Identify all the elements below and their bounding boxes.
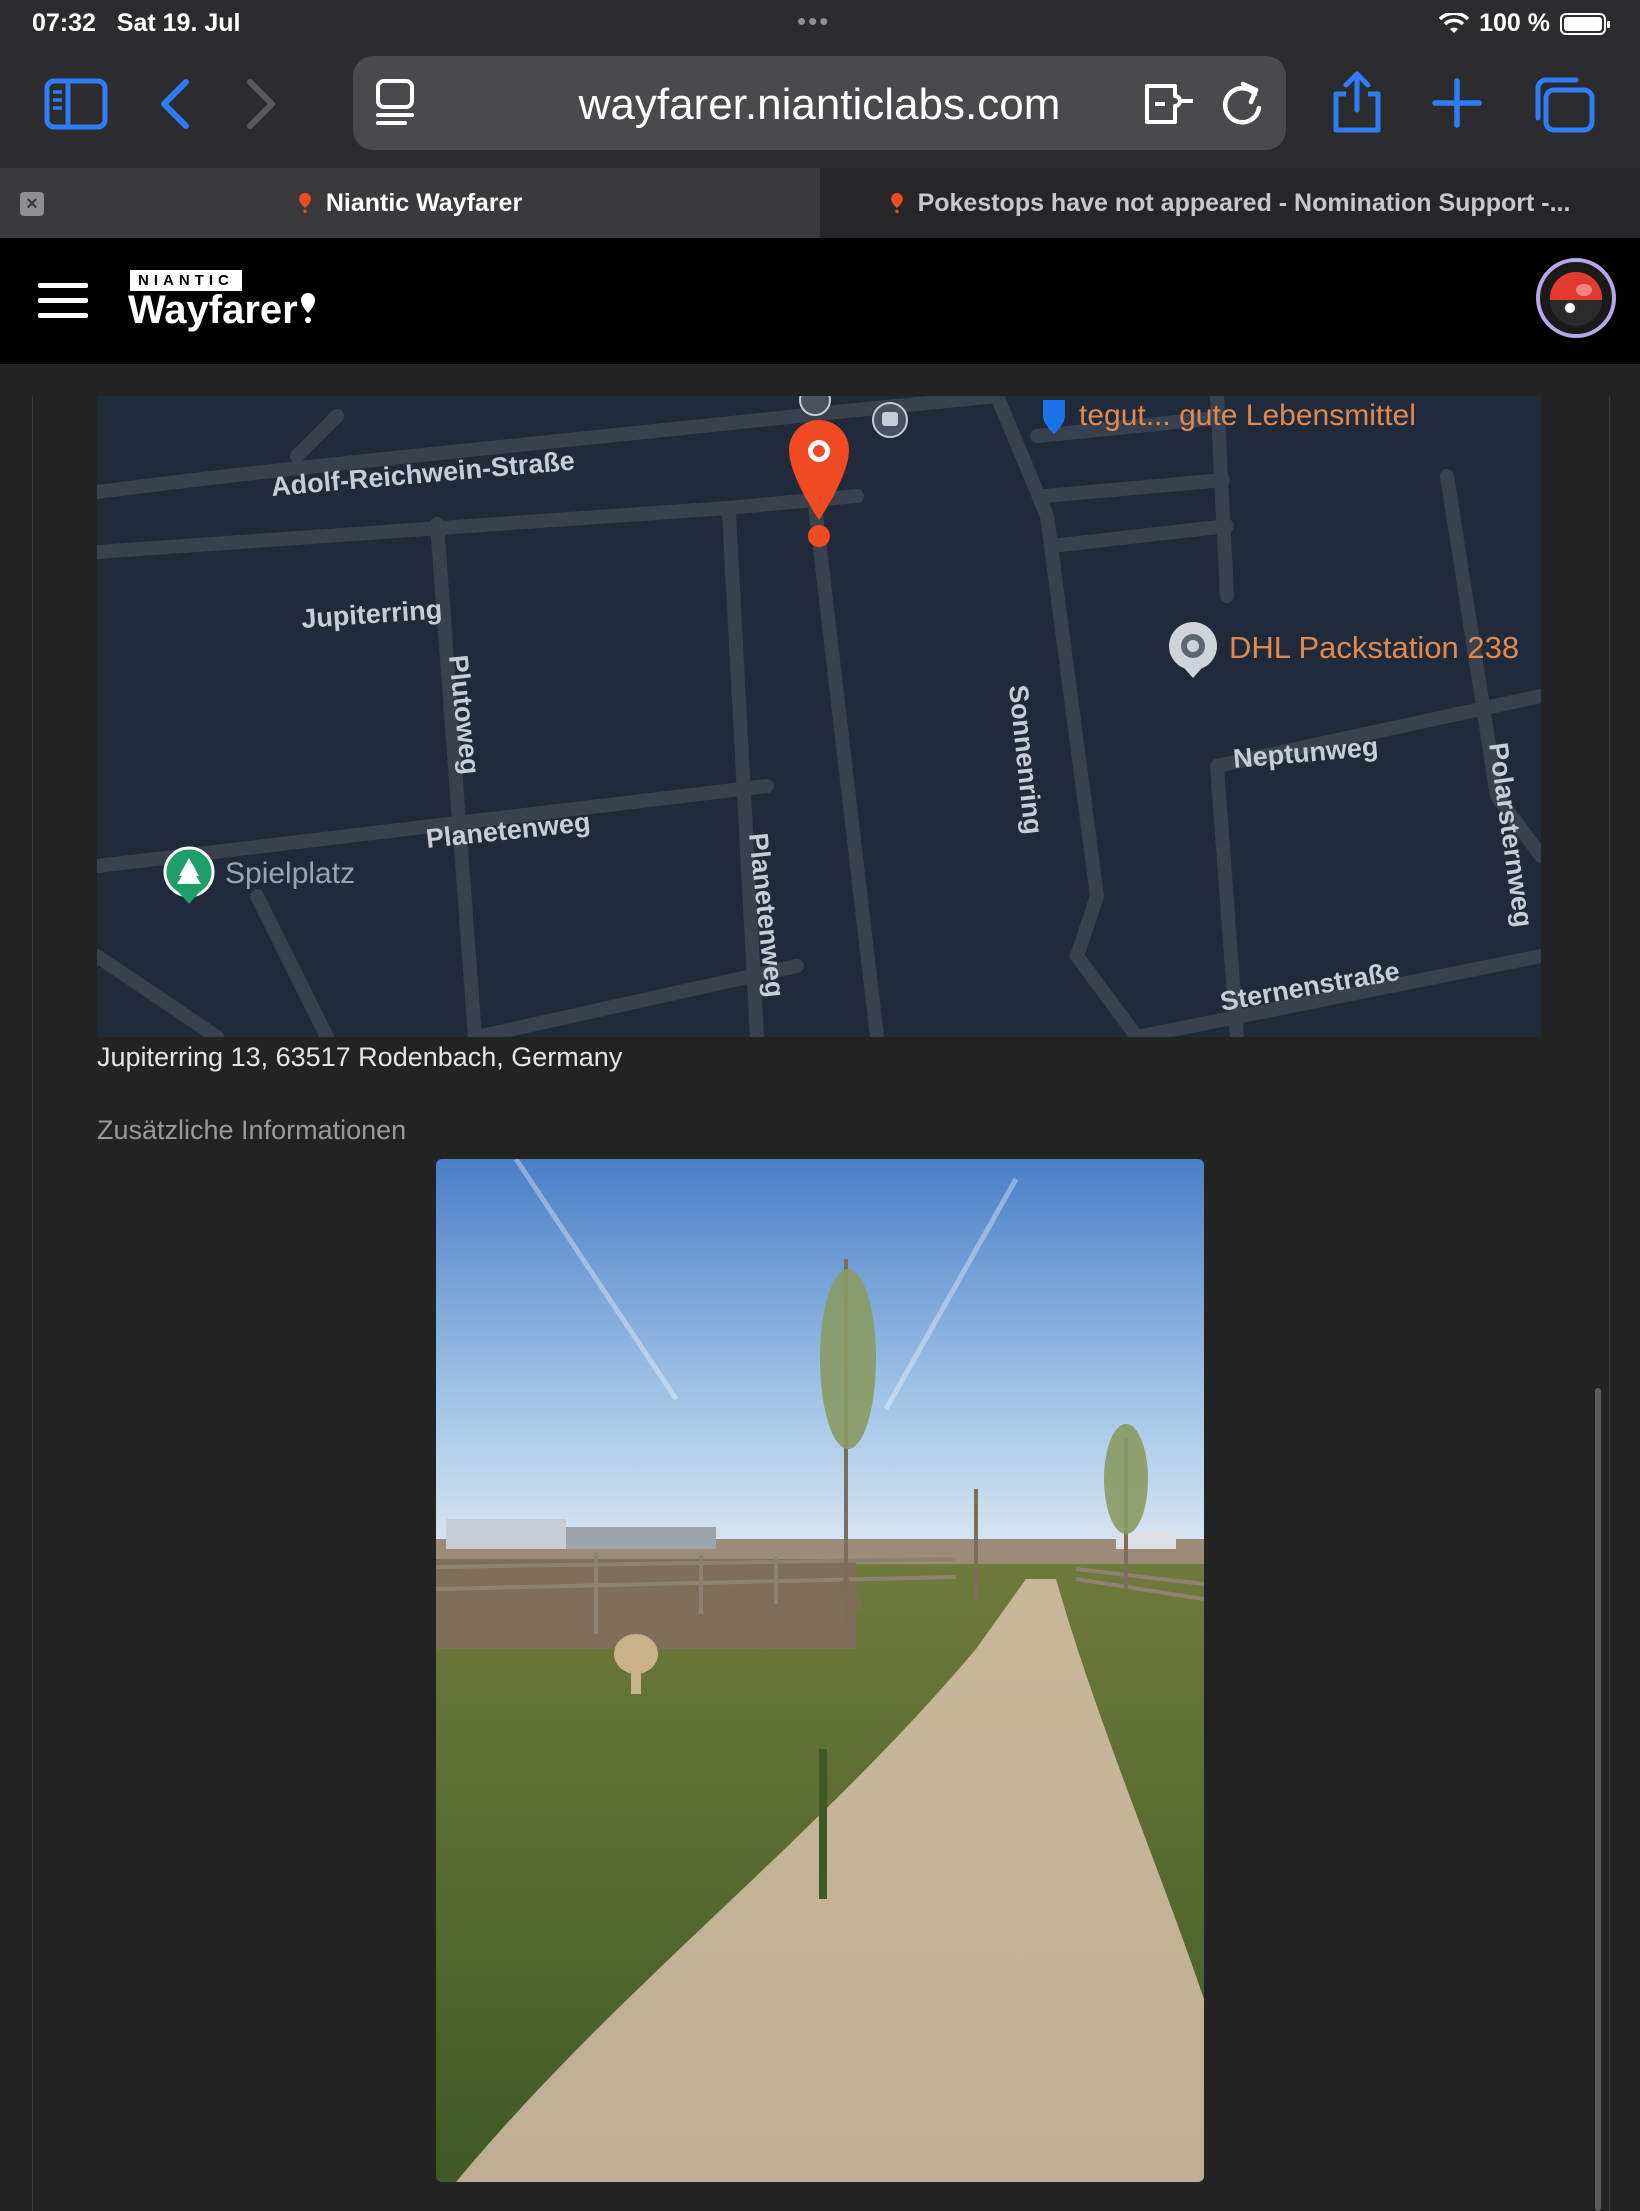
map-label-sonnenring: Sonnenring (1003, 683, 1049, 835)
map-poi-tegut: tegut... gute Lebensmittel (1079, 399, 1416, 432)
hamburger-menu-icon[interactable] (38, 283, 88, 319)
wayfarer-logo[interactable]: Wayfarer (128, 288, 316, 333)
avatar[interactable] (1536, 258, 1616, 338)
wifi-icon (1439, 12, 1470, 33)
tab-title: Pokestops have not appeared - Nomination… (917, 188, 1571, 217)
scrollbar[interactable] (1595, 1388, 1601, 2211)
battery-percent: 100 % (1479, 9, 1550, 37)
logo-pin-icon (300, 293, 315, 323)
battery-icon (1560, 12, 1610, 35)
map-label-jupiterring: Jupiterring (300, 594, 443, 634)
app-header: NIANTIC Wayfarer (0, 238, 1640, 364)
tab-title: Niantic Wayfarer (325, 188, 523, 217)
status-time: 07:32 (32, 9, 96, 37)
tab-bar: × Niantic Wayfarer Pokestops have not ap… (0, 168, 1640, 238)
pokeball-avatar-icon (1550, 272, 1602, 326)
close-tab-icon[interactable]: × (20, 192, 44, 216)
supporting-photo[interactable] (436, 1159, 1204, 2182)
brand-name: Wayfarer (128, 288, 298, 332)
map-poi-spielplatz: Spielplatz (225, 857, 355, 890)
tab-favicon-pin-icon (298, 193, 311, 213)
map-poi-dhl: DHL Packstation 238 (1229, 630, 1519, 665)
address-bar[interactable]: wayfarer.nianticlabs.com (353, 56, 1286, 150)
location-pin-icon[interactable] (789, 420, 849, 547)
status-right: 100 % (1439, 9, 1610, 38)
tab-niantic-wayfarer[interactable]: × Niantic Wayfarer (0, 168, 820, 238)
browser-toolbar: wayfarer.nianticlabs.com (0, 48, 1640, 168)
back-icon[interactable] (156, 78, 192, 130)
additional-info-label: Zusätzliche Informationen (97, 1115, 407, 1145)
location-map[interactable]: Adolf-Reichwein-Straße Jupiterring Pluto… (97, 396, 1541, 1037)
sidebar-icon[interactable] (44, 78, 108, 130)
reload-icon[interactable] (1219, 78, 1265, 128)
path-photo-image (436, 1159, 1204, 2182)
new-tab-icon[interactable] (1432, 78, 1482, 128)
tegut-poi-icon[interactable]: tegut... gute Lebensmittel (1043, 399, 1416, 434)
tabs-icon[interactable] (1532, 76, 1596, 134)
map-label-neptunweg: Neptunweg (1232, 731, 1380, 774)
tab-favicon-pin-icon (890, 193, 903, 213)
status-date: Sat 19. Jul (116, 9, 241, 37)
bus-stop-icon (872, 402, 908, 438)
forward-icon[interactable] (244, 78, 280, 130)
dhl-poi-icon[interactable]: DHL Packstation 238 (1169, 622, 1519, 678)
tab-pokestops[interactable]: Pokestops have not appeared - Nomination… (820, 168, 1640, 238)
extension-icon[interactable] (1141, 80, 1197, 128)
location-address: Jupiterring 13, 63517 Rodenbach, Germany (97, 1042, 623, 1072)
status-bar: 07:32 Sat 19. Jul ••• 100 % (0, 0, 1640, 48)
map-roads: Adolf-Reichwein-Straße Jupiterring Pluto… (97, 396, 1541, 1037)
multitasking-dots-icon[interactable]: ••• (797, 6, 830, 37)
status-time-date: 07:32 Sat 19. Jul (32, 9, 240, 38)
share-icon[interactable] (1330, 70, 1384, 134)
